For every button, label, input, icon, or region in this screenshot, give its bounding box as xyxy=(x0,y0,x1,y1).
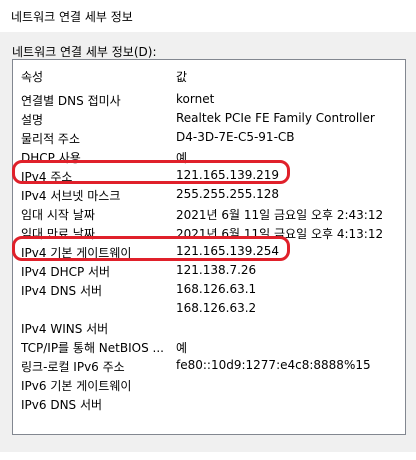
list-item[interactable]: 설명 Realtek PCIe FE Family Controller xyxy=(13,110,405,129)
list-item[interactable]: TCP/IP를 통해 NetBIOS ... 예 xyxy=(13,338,405,357)
property-name: IPv4 기본 게이트웨이 xyxy=(21,246,132,260)
list-item[interactable]: IPv4 기본 게이트웨이 121.165.139.254 xyxy=(13,243,405,262)
list-item[interactable]: IPv4 서브넷 마스크 255.255.255.128 xyxy=(13,186,405,205)
list-item[interactable]: IPv6 기본 게이트웨이 xyxy=(13,376,405,395)
property-name: 링크-로컬 IPv6 주소 xyxy=(21,360,125,374)
property-name: IPv4 DHCP 서버 xyxy=(21,265,111,279)
property-name: 임대 만료 날짜 xyxy=(21,227,95,241)
property-value: 168.126.63.1 xyxy=(176,282,257,296)
property-value: 121.138.7.26 xyxy=(176,263,257,277)
property-value: 2021년 6월 11일 금요일 오후 4:13:12 xyxy=(176,227,384,241)
list-item[interactable]: DHCP 사용 예 xyxy=(13,148,405,167)
window-title: 네트워크 연결 세부 정보 xyxy=(11,10,133,24)
list-item[interactable]: 물리적 주소 D4-3D-7E-C5-91-CB xyxy=(13,129,405,148)
list-item[interactable]: IPv4 WINS 서버 xyxy=(13,319,405,338)
list-item[interactable]: 168.126.63.2 xyxy=(13,300,405,319)
property-name: IPv6 DNS 서버 xyxy=(21,398,103,412)
property-name: IPv4 DNS 서버 xyxy=(21,284,103,298)
details-section-label: 네트워크 연결 세부 정보(D): xyxy=(12,45,157,59)
property-name: IPv4 WINS 서버 xyxy=(21,322,109,336)
list-item[interactable]: IPv4 주소 121.165.139.219 xyxy=(13,167,405,186)
list-item[interactable]: IPv4 DHCP 서버 121.138.7.26 xyxy=(13,262,405,281)
property-name: 설명 xyxy=(21,113,44,127)
property-name: DHCP 사용 xyxy=(21,151,81,165)
column-header-value[interactable]: 값 xyxy=(176,68,187,85)
property-value: 예 xyxy=(176,151,188,165)
column-header-property[interactable]: 속성 xyxy=(21,68,43,85)
property-value: kornet xyxy=(176,92,215,106)
property-name: IPv4 주소 xyxy=(21,170,73,184)
property-name: 연결별 DNS 접미사 xyxy=(21,94,121,108)
property-name: TCP/IP를 통해 NetBIOS ... xyxy=(21,341,164,355)
list-item[interactable]: 임대 만료 날짜 2021년 6월 11일 금요일 오후 4:13:12 xyxy=(13,224,405,243)
list-item[interactable]: 링크-로컬 IPv6 주소 fe80::10d9:1277:e4c8:8888%… xyxy=(13,357,405,376)
property-name: IPv6 기본 게이트웨이 xyxy=(21,379,132,393)
property-value: 예 xyxy=(176,341,188,355)
property-value: 121.165.139.219 xyxy=(176,168,280,182)
property-value: 121.165.139.254 xyxy=(176,244,280,258)
list-item[interactable]: 연결별 DNS 접미사 kornet xyxy=(13,91,405,110)
title-bar: 네트워크 연결 세부 정보 xyxy=(0,0,416,32)
window-bottom-edge xyxy=(0,452,416,460)
property-name: 임대 시작 날짜 xyxy=(21,208,95,222)
property-name: IPv4 서브넷 마스크 xyxy=(21,189,121,203)
list-item[interactable]: IPv6 DNS 서버 xyxy=(13,395,405,414)
property-value: fe80::10d9:1277:e4c8:8888%15 xyxy=(176,358,371,372)
details-list[interactable]: 속성 값 연결별 DNS 접미사 kornet 설명 Realtek PCIe … xyxy=(12,59,406,435)
property-name: 물리적 주소 xyxy=(21,132,81,146)
property-value: 2021년 6월 11일 금요일 오후 2:43:12 xyxy=(176,208,384,222)
property-value: 168.126.63.2 xyxy=(176,301,257,315)
list-item[interactable]: IPv4 DNS 서버 168.126.63.1 xyxy=(13,281,405,300)
property-value: 255.255.255.128 xyxy=(176,187,280,201)
property-value: Realtek PCIe FE Family Controller xyxy=(176,111,375,125)
list-item[interactable]: 임대 시작 날짜 2021년 6월 11일 금요일 오후 2:43:12 xyxy=(13,205,405,224)
property-value: D4-3D-7E-C5-91-CB xyxy=(176,130,295,144)
